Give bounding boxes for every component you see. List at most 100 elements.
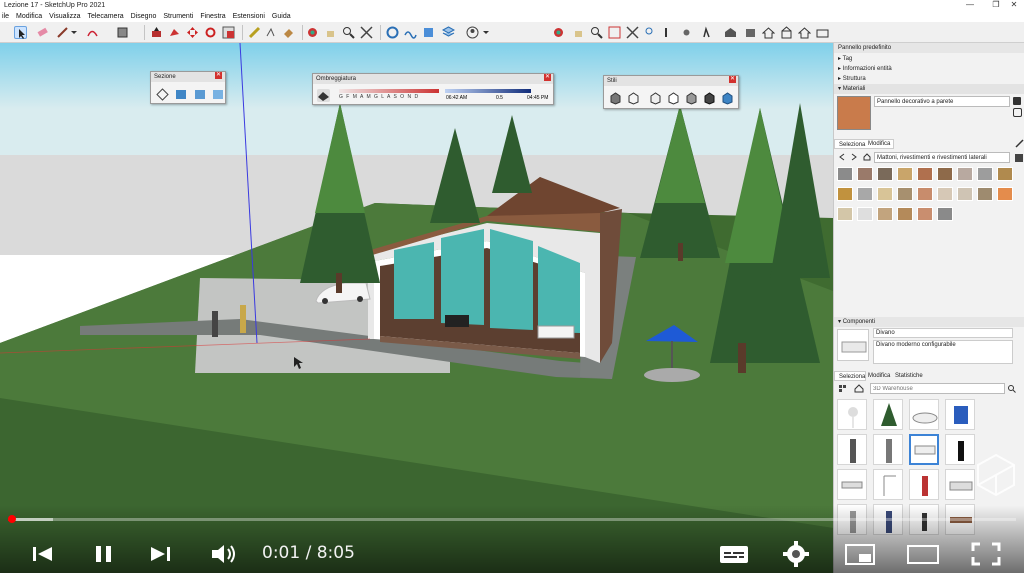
material-name-field[interactable]: Pannello decorativo a parete: [874, 96, 1010, 107]
extension-icon[interactable]: [422, 26, 435, 39]
zoom-window-icon[interactable]: [608, 26, 621, 39]
scene-canvas[interactable]: [0, 43, 833, 573]
xray-style-icon[interactable]: [609, 92, 622, 105]
date-slider[interactable]: [339, 89, 439, 93]
view-options-icon[interactable]: [838, 384, 848, 393]
tray-section-tag[interactable]: ▸ Tag: [834, 54, 1024, 64]
material-swatch[interactable]: [917, 167, 933, 181]
warehouse-icon[interactable]: [386, 26, 399, 39]
pause-icon[interactable]: [93, 537, 115, 571]
subtitles-icon[interactable]: [718, 537, 750, 571]
time-slider[interactable]: [445, 89, 531, 93]
component-description[interactable]: Divano moderno configurabile: [873, 340, 1013, 364]
push-pull-icon[interactable]: [150, 26, 163, 39]
material-swatch[interactable]: [837, 187, 853, 201]
component-tile[interactable]: [837, 434, 867, 465]
tray-section-materials[interactable]: ▾ Materiali: [834, 84, 1024, 94]
chevron-down-icon[interactable]: [482, 26, 495, 39]
tab-component-statistics[interactable]: Statistiche: [891, 371, 931, 381]
sample-paint-icon[interactable]: [1013, 108, 1022, 117]
material-swatch[interactable]: [877, 207, 893, 221]
component-tile[interactable]: [909, 399, 939, 430]
menu-finestra[interactable]: Finestra: [200, 11, 225, 22]
shadows-toolwindow-title[interactable]: Ombreggiatura: [313, 74, 553, 84]
extension-icon[interactable]: [744, 26, 757, 39]
home-icon[interactable]: [797, 26, 812, 39]
wireframe-style-icon[interactable]: [649, 92, 662, 105]
chevron-down-icon[interactable]: [70, 26, 83, 39]
component-tile[interactable]: [837, 399, 867, 430]
zoom-extents-icon[interactable]: [360, 26, 373, 39]
folder-icon[interactable]: [816, 26, 829, 39]
move-icon[interactable]: [186, 26, 199, 39]
section-cut-icon[interactable]: [175, 88, 188, 101]
miniplayer-icon[interactable]: [844, 537, 876, 571]
create-material-icon[interactable]: [1013, 97, 1021, 105]
home-icon[interactable]: [761, 26, 776, 39]
material-swatch[interactable]: [837, 167, 853, 181]
component-tile[interactable]: [945, 434, 975, 465]
styles-close-button[interactable]: ✕: [729, 76, 736, 83]
rectangle-icon[interactable]: [116, 26, 129, 39]
orbit-icon[interactable]: [306, 26, 319, 39]
material-swatch[interactable]: [897, 207, 913, 221]
material-swatch[interactable]: [897, 187, 913, 201]
material-swatch[interactable]: [877, 167, 893, 181]
tray-section-entity-info[interactable]: ▸ Informazioni entità: [834, 64, 1024, 74]
home-icon[interactable]: [854, 384, 864, 393]
scale-icon[interactable]: [222, 26, 235, 39]
shadow-toggle-icon[interactable]: [317, 89, 330, 102]
material-swatch[interactable]: [857, 187, 873, 201]
material-swatch[interactable]: [997, 167, 1013, 181]
sandbox-icon[interactable]: [404, 26, 417, 39]
user-icon[interactable]: [466, 26, 479, 39]
component-tile[interactable]: [873, 469, 903, 500]
menu-file[interactable]: ile: [2, 11, 9, 22]
look-around-icon[interactable]: [680, 26, 693, 39]
menu-disegno[interactable]: Disegno: [131, 11, 157, 22]
material-swatch[interactable]: [957, 187, 973, 201]
previous-icon[interactable]: [30, 537, 56, 571]
component-search-input[interactable]: [870, 383, 1005, 394]
component-tile[interactable]: [873, 399, 903, 430]
section-display-icon[interactable]: [212, 88, 225, 101]
component-name[interactable]: Divano: [873, 328, 1013, 338]
backedges-style-icon[interactable]: [627, 92, 640, 105]
pan-icon[interactable]: [324, 26, 337, 39]
zoom-icon[interactable]: [342, 26, 355, 39]
menu-modifica[interactable]: Modifica: [16, 11, 42, 22]
shaded-style-icon[interactable]: [685, 92, 698, 105]
menu-telecamera[interactable]: Telecamera: [87, 11, 123, 22]
theater-mode-icon[interactable]: [906, 537, 940, 571]
tray-section-outliner[interactable]: ▸ Struttura: [834, 74, 1024, 84]
component-tile-selected[interactable]: [909, 434, 939, 465]
material-swatch[interactable]: [937, 187, 953, 201]
back-icon[interactable]: [838, 153, 846, 161]
walk-icon[interactable]: [700, 26, 713, 39]
tape-icon[interactable]: [248, 26, 261, 39]
arc-icon[interactable]: [86, 26, 99, 39]
search-icon[interactable]: [1007, 384, 1016, 393]
menu-strumenti[interactable]: Strumenti: [163, 11, 193, 22]
material-swatch[interactable]: [897, 167, 913, 181]
material-swatch[interactable]: [837, 207, 853, 221]
eraser-icon[interactable]: [36, 26, 49, 39]
component-tile[interactable]: [909, 469, 939, 500]
select-icon[interactable]: [14, 26, 27, 39]
position-camera-icon[interactable]: [660, 26, 673, 39]
hidden-line-style-icon[interactable]: [667, 92, 680, 105]
line-icon[interactable]: [56, 26, 69, 39]
previous-view-icon[interactable]: [644, 26, 657, 39]
pan-icon[interactable]: [572, 26, 585, 39]
menu-estensioni[interactable]: Estensioni: [233, 11, 265, 22]
material-swatch[interactable]: [997, 187, 1013, 201]
menu-guida[interactable]: Guida: [272, 11, 291, 22]
rotate-icon[interactable]: [204, 26, 217, 39]
material-swatch[interactable]: [917, 187, 933, 201]
tab-material-edit[interactable]: Modifica: [864, 139, 904, 149]
fullscreen-icon[interactable]: [970, 537, 1002, 571]
tray-section-components[interactable]: ▾ Componenti: [834, 317, 1024, 327]
close-button[interactable]: ✕: [1000, 0, 1024, 11]
settings-gear-icon[interactable]: [781, 537, 811, 571]
material-swatch[interactable]: [977, 167, 993, 181]
